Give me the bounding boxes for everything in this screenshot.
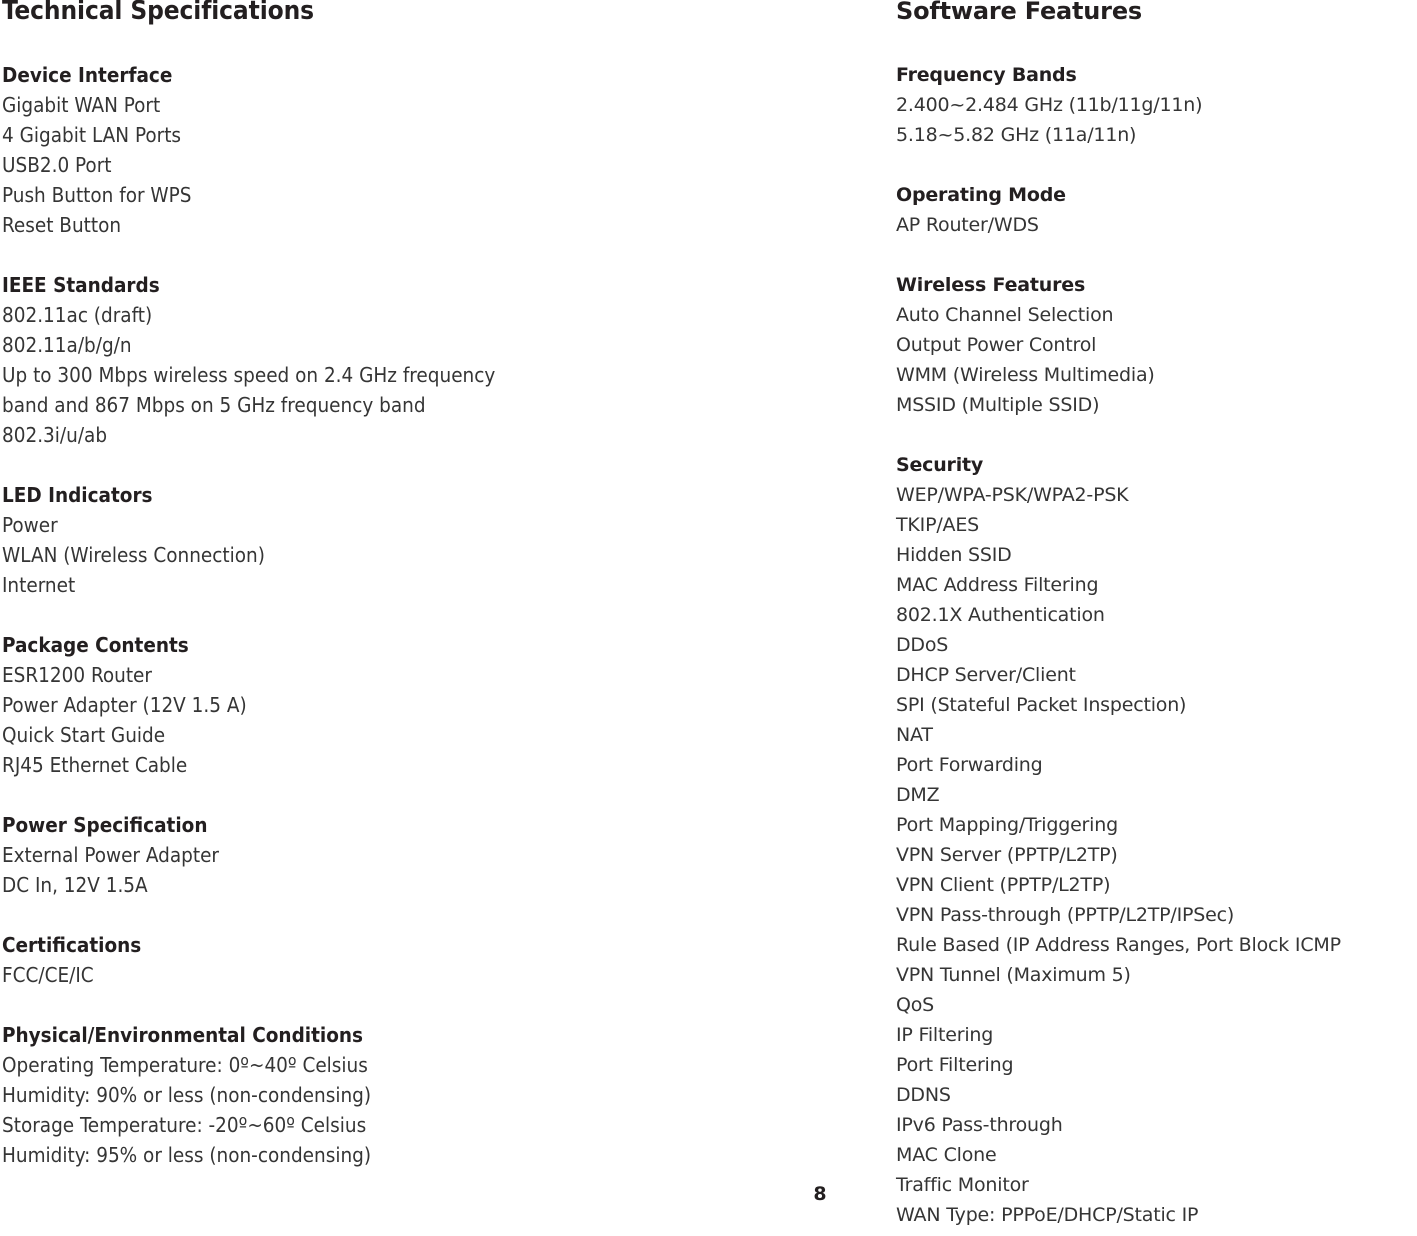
spec-line: SPI (Stateful Packet Inspection) [896,694,1187,716]
spec-line: Reset Button [2,213,122,237]
spec-line: 802.3i/u/ab [2,423,108,447]
spec-group: Certifications FCC/CE/IC [2,930,862,990]
right-column-groups: Frequency Bands 2.400~2.484 GHz (11b/11g/… [896,60,1417,1236]
page-number: 8 [813,1183,827,1205]
technical-specifications-column: Technical Specifications Device Interfac… [2,0,862,1170]
spec-group: Wireless Features Auto Channel Selection O… [896,270,1417,420]
spec-group-heading: Physical/Environmental Conditions [2,1023,364,1047]
spec-group-heading: Power Specification [2,813,208,837]
spec-line: DMZ [896,784,940,806]
spec-line: VPN Pass-through (PPTP/L2TP/IPSec) [896,904,1235,926]
left-column-groups: Device Interface Gigabit WAN Port 4 Gigabi… [2,60,862,1170]
spec-line: 2.400~2.484 GHz (11b/11g/11n) [896,94,1203,116]
spec-line: DHCP Server/Client [896,664,1076,686]
spec-line: DDoS [896,634,949,656]
spec-line: WEP/WPA-PSK/WPA2-PSK [896,484,1129,506]
spec-group-heading: Device Interface [2,63,173,87]
spec-line: 802.11a/b/g/n [2,333,132,357]
spec-line: RJ45 Ethernet Cable [2,753,188,777]
spec-line: Internet [2,573,76,597]
spec-line: MSSID (Multiple SSID) [896,394,1100,416]
spec-group-heading: Package Contents [2,633,189,657]
spec-group: Power Specification External Power Adapte… [2,810,862,900]
spec-line: VPN Tunnel (Maximum 5) [896,964,1131,986]
spec-line: QoS [896,994,935,1016]
spec-group-heading: LED Indicators [2,483,153,507]
spec-line: 802.1X Authentication [896,604,1105,626]
spec-line: Hidden SSID [896,544,1012,566]
spec-group: Frequency Bands 2.400~2.484 GHz (11b/11g/… [896,60,1417,150]
spec-group-heading: Wireless Features [896,274,1086,296]
spec-group: Package Contents ESR1200 Router Power Adap… [2,630,862,780]
document-page: Technical Specifications Device Interfac… [0,0,1417,1236]
spec-line: MAC Address Filtering [896,574,1099,596]
spec-line: Operating Temperature: 0º~40º Celsius [2,1053,368,1077]
spec-line: NAT [896,724,933,746]
spec-line: Humidity: 90% or less (non-condensing) [2,1083,372,1107]
spec-line: USB Features: SAMBA [896,1230,1417,1236]
spec-line: WLAN (Wireless Connection) [2,543,265,567]
spec-group-heading: Security [896,454,984,476]
spec-line: Quick Start Guide [2,723,166,747]
spec-line: Output Power Control [896,334,1097,356]
spec-line: Port Filtering [896,1054,1014,1076]
spec-group-heading: IEEE Standards [2,273,160,297]
spec-line: VPN Server (PPTP/L2TP) [896,844,1118,866]
spec-group: IEEE Standards 802.11ac (draft) 802.11a/b/… [2,270,862,450]
spec-line: Power [2,513,58,537]
spec-line: Port Mapping/Triggering [896,814,1118,836]
spec-group: Physical/Environmental Conditions Operati… [2,1020,862,1170]
spec-line: FCC/CE/IC [2,963,94,987]
spec-line: Traffic Monitor [896,1174,1029,1196]
spec-line: External Power Adapter [2,843,220,867]
spec-group-heading: Certifications [2,933,142,957]
spec-group-heading: Frequency Bands [896,64,1077,86]
spec-line: AP Router/WDS [896,214,1039,236]
spec-line: WAN Type: PPPoE/DHCP/Static IP [896,1204,1199,1226]
spec-line: IPv6 Pass-through [896,1114,1063,1136]
spec-line: Power Adapter (12V 1.5 A) [2,693,247,717]
spec-line: band and 867 Mbps on 5 GHz frequency ban… [2,393,426,417]
spec-line: Storage Temperature: -20º~60º Celsius [2,1113,367,1137]
spec-line: MAC Clone [896,1144,997,1166]
spec-group: Security WEP/WPA-PSK/WPA2-PSK TKIP/AES Hidd… [896,450,1417,1236]
software-features-title: Software Features [896,0,1142,25]
spec-group: LED Indicators Power WLAN (Wireless Connec… [2,480,862,600]
spec-line: DC In, 12V 1.5A [2,873,148,897]
spec-line: IP Filtering [896,1024,994,1046]
spec-line: WMM (Wireless Multimedia) [896,364,1155,386]
spec-line: Humidity: 95% or less (non-condensing) [2,1143,372,1167]
spec-line: VPN Client (PPTP/L2TP) [896,874,1111,896]
spec-group-heading: Operating Mode [896,184,1066,206]
spec-line: Up to 300 Mbps wireless speed on 2.4 GHz… [2,363,496,387]
technical-specifications-title: Technical Specifications [2,0,314,26]
spec-line: USB2.0 Port [2,153,112,177]
spec-line: Push Button for WPS [2,183,192,207]
spec-line: 5.18~5.82 GHz (11a/11n) [896,124,1137,146]
software-features-column: Software Features Frequency Bands 2.400~2… [896,0,1417,1236]
spec-line: Rule Based (IP Address Ranges, Port Bloc… [896,934,1341,956]
spec-line: ESR1200 Router [2,663,152,687]
spec-line: Gigabit WAN Port [2,93,161,117]
spec-group: Operating Mode AP Router/WDS [896,180,1417,240]
spec-group: Device Interface Gigabit WAN Port 4 Gigabi… [2,60,862,240]
spec-line: 4 Gigabit LAN Ports [2,123,182,147]
spec-line: Auto Channel Selection [896,304,1114,326]
spec-line: DDNS [896,1084,951,1106]
spec-line: Port Forwarding [896,754,1043,776]
spec-line: 802.11ac (draft) [2,303,153,327]
spec-line: TKIP/AES [896,514,979,536]
